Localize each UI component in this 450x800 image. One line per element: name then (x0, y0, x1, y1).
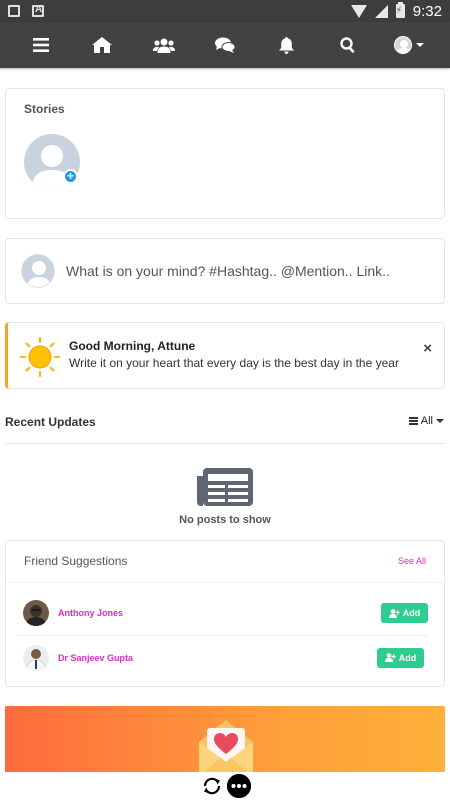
menu-button[interactable] (21, 25, 61, 65)
search-icon (340, 37, 355, 53)
bell-icon (278, 36, 294, 54)
profile-menu-button[interactable] (389, 25, 429, 65)
top-navbar (0, 22, 450, 68)
wifi-icon (350, 4, 367, 18)
post-input[interactable] (66, 263, 426, 279)
battery-charging-icon (395, 2, 405, 18)
refresh-icon (203, 777, 220, 795)
add-friend-button[interactable]: Add (381, 603, 428, 623)
add-user-icon (384, 653, 396, 662)
home-button[interactable] (82, 25, 122, 65)
friend-name[interactable]: Anthony Jones (58, 608, 123, 618)
messages-icon (214, 37, 235, 53)
divider (5, 443, 445, 444)
add-button-label: Add (402, 608, 421, 618)
add-button-label: Add (398, 652, 417, 663)
empty-state-text: No posts to show (179, 514, 271, 526)
composer-avatar (21, 254, 55, 288)
promo-banner[interactable] (5, 706, 445, 776)
bottom-bar (0, 772, 450, 800)
image-notification-icon (8, 5, 20, 17)
friend-suggestions-card: Friend Suggestions See All Anthony Jones… (5, 540, 445, 687)
add-story-plus-icon[interactable]: + (63, 169, 78, 184)
friends-button[interactable] (144, 25, 184, 65)
newspaper-icon (197, 468, 253, 506)
friends-icon (152, 38, 175, 53)
greeting-text: Write it on your heart that every day is… (69, 356, 399, 370)
chevron-down-icon (416, 43, 425, 47)
chevron-down-icon (436, 419, 444, 423)
divider (6, 582, 444, 583)
filter-icon (408, 417, 418, 425)
greeting-title: Good Morning, Attune (69, 339, 196, 353)
messages-button[interactable] (205, 25, 245, 65)
recent-updates-title: Recent Updates (5, 415, 96, 429)
avatar[interactable] (23, 600, 49, 626)
love-letter-icon (199, 720, 253, 776)
filter-dropdown[interactable]: All (408, 415, 444, 427)
close-icon[interactable]: × (423, 340, 432, 357)
more-icon (226, 774, 251, 798)
add-user-icon (388, 608, 400, 618)
post-composer (5, 238, 445, 304)
sun-icon (20, 337, 60, 377)
notifications-button[interactable] (266, 25, 306, 65)
filter-label: All (420, 415, 433, 427)
list-item: Dr Sanjeev Gupta Add (18, 635, 428, 679)
list-item: Anthony Jones Add (6, 591, 444, 635)
friend-suggestions-title: Friend Suggestions (24, 554, 128, 568)
stories-card: Stories + (5, 88, 445, 219)
avatar (394, 36, 413, 54)
app-notification-icon (32, 4, 44, 17)
search-button[interactable] (328, 25, 368, 65)
friend-name[interactable]: Dr Sanjeev Gupta (58, 653, 133, 663)
status-time: 9:32 (412, 2, 442, 20)
cell-signal-icon (374, 4, 388, 18)
greeting-card: Good Morning, Attune Write it on your he… (5, 322, 445, 389)
menu-icon (32, 38, 49, 52)
avatar[interactable] (23, 644, 49, 671)
status-bar: 9:32 (0, 0, 450, 22)
see-all-link[interactable]: See All (398, 556, 426, 566)
home-icon (92, 37, 113, 53)
stories-title: Stories (24, 102, 65, 116)
add-friend-button[interactable]: Add (377, 647, 424, 668)
refresh-button[interactable] (200, 774, 224, 798)
more-options-button[interactable] (226, 774, 251, 798)
